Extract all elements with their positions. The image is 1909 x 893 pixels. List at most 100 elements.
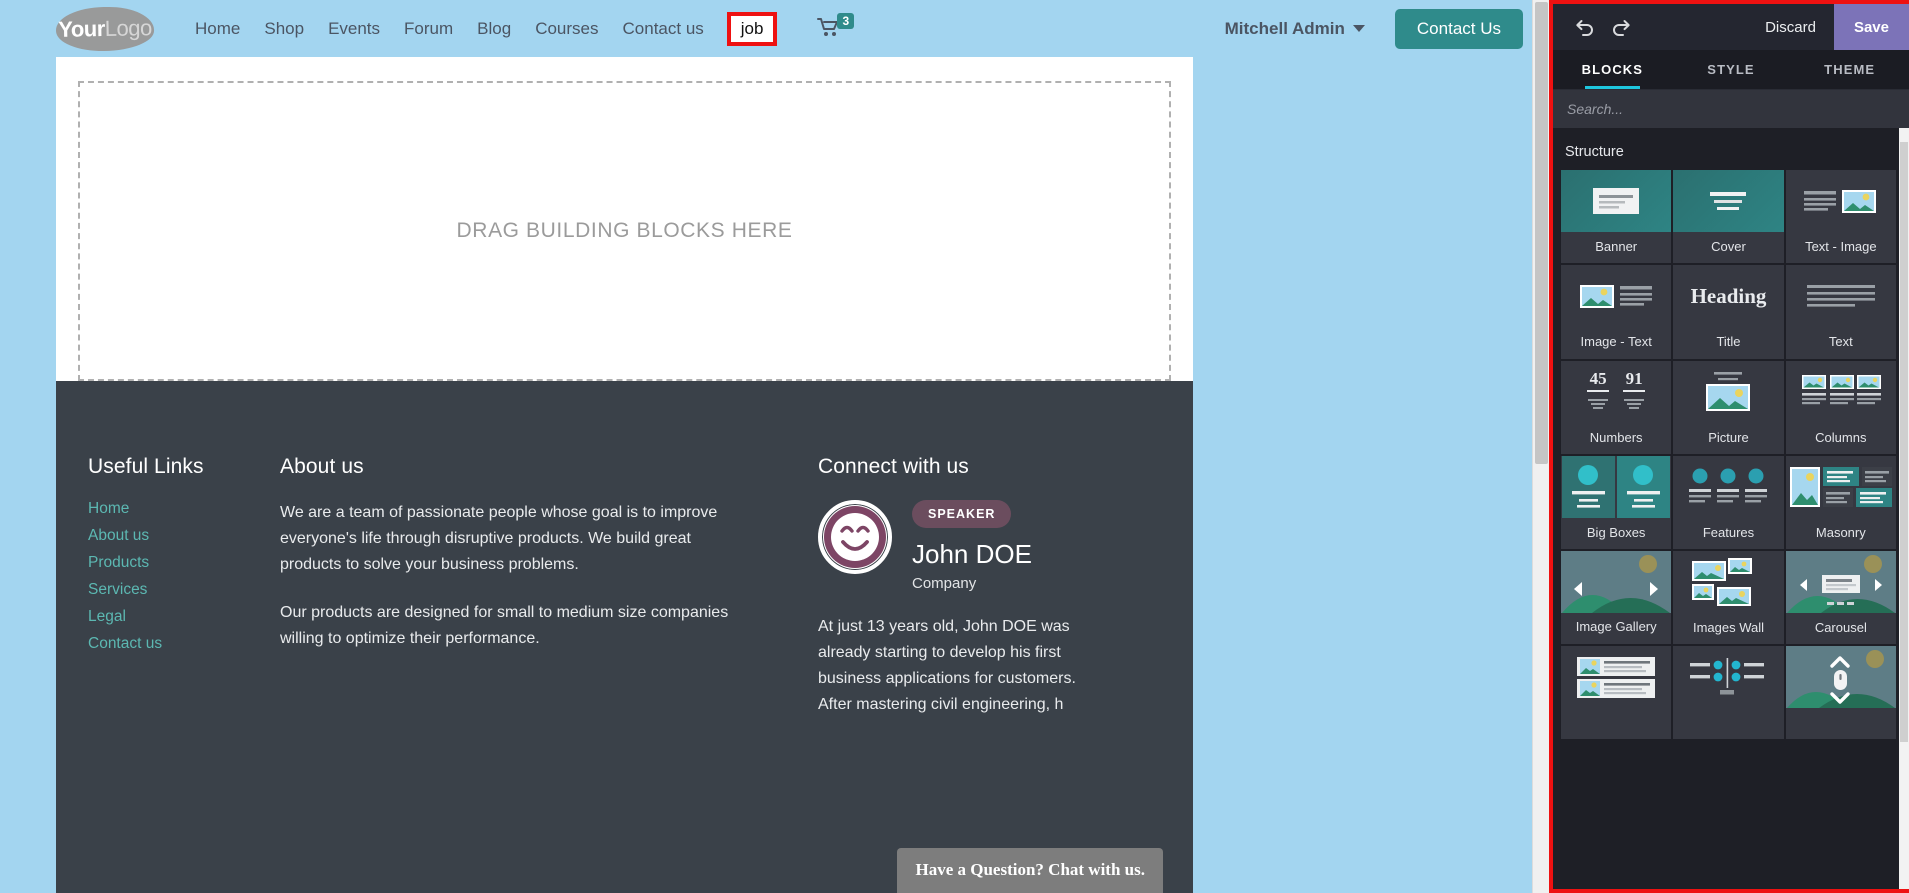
nav-item-blog[interactable]: Blog (476, 17, 512, 41)
media-list-thumb-icon (1561, 646, 1671, 708)
block-comparisons[interactable] (1673, 646, 1784, 740)
block-image-text[interactable]: Image - Text (1561, 265, 1672, 359)
picture-thumb-icon (1673, 361, 1783, 423)
block-label (1561, 708, 1671, 739)
carousel-thumb-icon (1785, 551, 1896, 613)
block-label: Picture (1708, 429, 1749, 445)
redo-icon[interactable] (1603, 8, 1641, 46)
footer-link-about-us[interactable]: About us (88, 527, 276, 545)
speaker-details: SPEAKER John DOE Company (912, 500, 1032, 592)
nav-item-job[interactable]: job (726, 11, 778, 46)
footer-about-column: About us We are a team of passionate peo… (276, 455, 746, 718)
block-masonry[interactable]: Masonry (1785, 455, 1896, 549)
contact-us-button[interactable]: Contact Us (1394, 8, 1523, 49)
block-cover[interactable]: Cover (1673, 170, 1784, 264)
user-menu[interactable]: Mitchell Admin (1225, 19, 1365, 39)
app-root: Your Logo Home Shop Events Forum Blog Cou… (0, 0, 1909, 893)
search-input[interactable] (1567, 101, 1895, 117)
website-editor-panel: Discard Save BLOCKS STYLE THEME Structur… (1549, 0, 1909, 893)
block-label: Columns (1815, 429, 1867, 445)
undo-icon[interactable] (1565, 8, 1603, 46)
blocks-panel-body: Structure Banner Cover Text - Image Imag… (1553, 128, 1909, 889)
block-numbers[interactable]: 45 91 Numbers (1561, 360, 1672, 454)
footer-link-home[interactable]: Home (88, 500, 276, 518)
tab-theme[interactable]: THEME (1790, 50, 1909, 89)
page-canvas: DRAG BUILDING BLOCKS HERE Useful Links H… (56, 57, 1193, 893)
tab-style[interactable]: STYLE (1672, 50, 1791, 89)
block-text-image[interactable]: Text - Image (1785, 170, 1896, 264)
site-footer: Useful Links Home About us Products Serv… (56, 381, 1193, 893)
block-big-boxes[interactable]: Big Boxes (1561, 455, 1672, 549)
search-field-wrapper (1553, 90, 1909, 128)
useful-links-heading: Useful Links (88, 455, 204, 478)
block-features[interactable]: Features (1673, 455, 1784, 549)
site-logo[interactable]: Your Logo (55, 5, 155, 52)
cart-button[interactable]: 3 (817, 12, 855, 41)
block-image-gallery[interactable]: Image Gallery (1561, 551, 1672, 645)
block-label: Big Boxes (1586, 524, 1646, 540)
browser-scrollbar-thumb[interactable] (1535, 2, 1548, 464)
logo-bold-text: Your (58, 15, 105, 42)
block-title[interactable]: Heading Title (1673, 265, 1784, 359)
block-label: Image - Text (1580, 334, 1652, 350)
blocks-panel-scrollbar[interactable] (1899, 128, 1909, 889)
nav-item-forum[interactable]: Forum (403, 17, 454, 41)
columns-thumb-icon (1786, 361, 1896, 423)
browser-scrollbar[interactable] (1532, 0, 1549, 893)
block-label: Images Wall (1692, 620, 1765, 635)
status-badge: SPEAKER (912, 500, 1012, 528)
big-boxes-thumb-icon (1561, 455, 1671, 518)
nav-links: Home Shop Events Forum Blog Courses Cont… (194, 11, 855, 46)
block-images-wall[interactable]: Images Wall (1673, 551, 1784, 645)
nav-item-home[interactable]: Home (194, 17, 241, 41)
site-navbar: Your Logo Home Shop Events Forum Blog Cou… (0, 0, 1549, 57)
text-thumb-icon (1786, 265, 1896, 327)
section-title-structure: Structure (1565, 144, 1624, 160)
block-carousel[interactable]: Carousel (1785, 551, 1896, 645)
block-picture[interactable]: Picture (1673, 360, 1784, 454)
avatar (818, 500, 892, 574)
block-columns[interactable]: Columns (1785, 360, 1896, 454)
block-label: Carousel (1814, 620, 1867, 635)
nav-item-courses[interactable]: Courses (534, 17, 599, 41)
about-paragraph-1: We are a team of passionate people whose… (280, 504, 718, 573)
footer-link-products[interactable]: Products (88, 554, 276, 572)
numbers-thumb-right: 91 (1625, 368, 1643, 388)
nav-item-shop[interactable]: Shop (263, 17, 305, 41)
block-label: Image Gallery (1575, 619, 1657, 634)
block-label: Text (1828, 334, 1853, 350)
connect-with-us-heading: Connect with us (818, 455, 969, 478)
chat-widget-button[interactable]: Have a Question? Chat with us. (897, 848, 1163, 893)
chevron-down-icon (1352, 25, 1365, 32)
save-button[interactable]: Save (1833, 4, 1909, 50)
footer-link-services[interactable]: Services (88, 581, 276, 599)
parallax-thumb-icon (1785, 646, 1896, 709)
block-label: Numbers (1589, 429, 1643, 445)
about-paragraph-2: Our products are designed for small to m… (280, 603, 729, 647)
logo-light-text: Logo (104, 14, 152, 41)
user-name-label: Mitchell Admin (1224, 18, 1345, 38)
block-label: Masonry (1815, 524, 1866, 540)
block-text[interactable]: Text (1785, 265, 1896, 359)
about-us-heading: About us (280, 455, 364, 478)
block-parallax[interactable] (1785, 646, 1896, 740)
block-media-list[interactable] (1561, 646, 1672, 740)
footer-link-contact-us[interactable]: Contact us (88, 635, 276, 653)
person-name: John DOE (912, 539, 1032, 569)
discard-button[interactable]: Discard (1747, 4, 1834, 50)
title-thumb-text: Heading (1690, 283, 1767, 308)
images-wall-thumb-icon (1673, 551, 1783, 613)
block-label: Title (1716, 334, 1741, 350)
block-label: Features (1702, 524, 1755, 540)
blocks-panel-scrollbar-thumb[interactable] (1900, 142, 1908, 742)
nav-item-contact-us[interactable]: Contact us (622, 17, 705, 41)
footer-link-legal[interactable]: Legal (88, 608, 276, 626)
block-label (1786, 708, 1896, 739)
person-bio: At just 13 years old, John DOE was alrea… (818, 618, 1076, 713)
block-banner[interactable]: Banner (1561, 170, 1672, 264)
tab-blocks[interactable]: BLOCKS (1553, 50, 1672, 89)
speaker-row: SPEAKER John DOE Company (818, 500, 1146, 592)
nav-item-events[interactable]: Events (327, 17, 381, 41)
features-thumb-icon (1673, 456, 1783, 518)
drop-building-blocks-zone[interactable]: DRAG BUILDING BLOCKS HERE (78, 81, 1171, 381)
